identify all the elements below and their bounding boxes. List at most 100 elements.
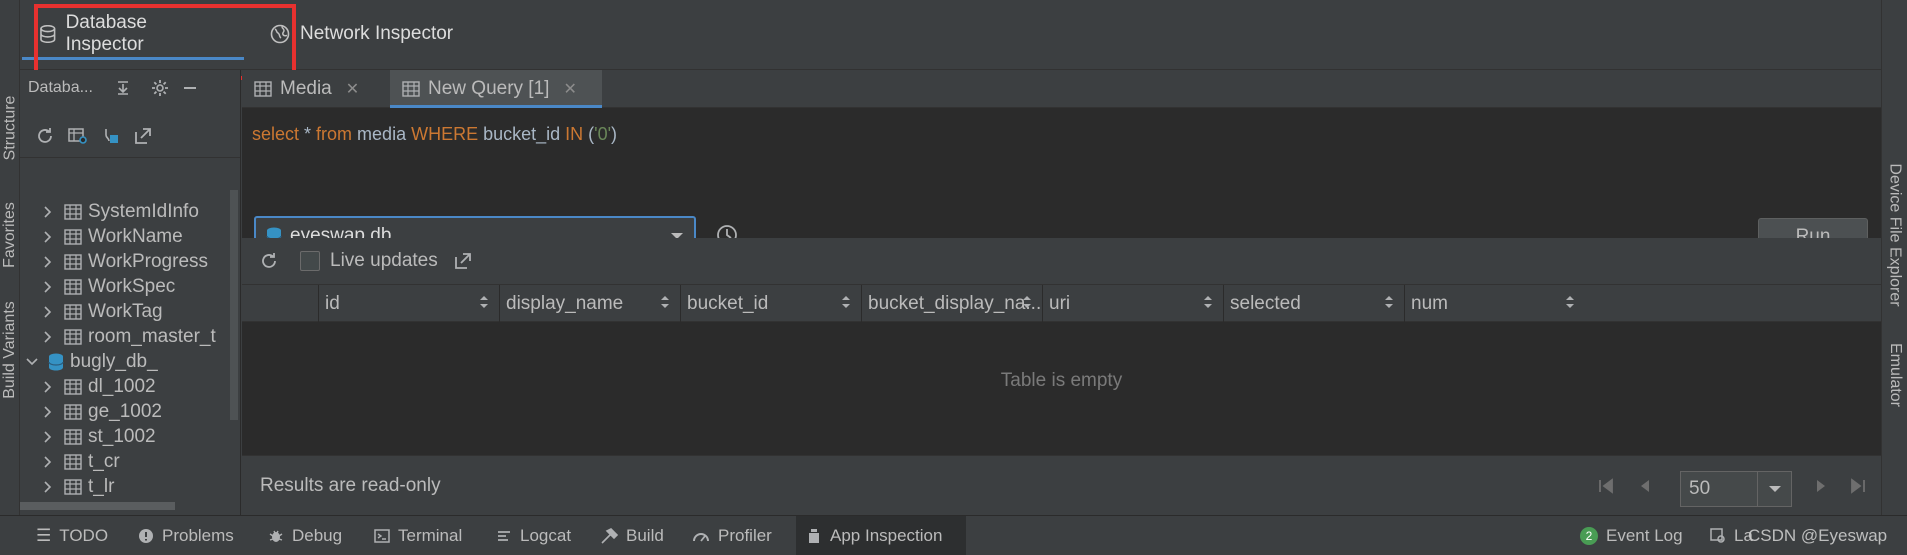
chevron-down-icon xyxy=(26,358,38,366)
inspect-icon xyxy=(809,529,819,543)
logcat-icon xyxy=(498,531,510,541)
tool-tab-problems[interactable]: Problems xyxy=(128,516,244,555)
globe-icon xyxy=(270,24,290,44)
page-size-selector[interactable]: 50 xyxy=(1680,471,1792,507)
terminal-icon xyxy=(374,529,390,543)
tool-tab-todo[interactable]: ☰ TODO xyxy=(26,516,118,555)
sort-icon[interactable] xyxy=(841,293,851,311)
left-tool-strip: Structure Favorites Build Variants xyxy=(0,0,20,515)
export-icon[interactable] xyxy=(134,127,152,145)
sort-icon[interactable] xyxy=(660,293,670,311)
results-toolbar: Live updates xyxy=(242,238,1881,284)
chevron-right-icon xyxy=(44,406,52,418)
chevron-down-icon xyxy=(1768,486,1781,492)
column-header[interactable]: bucket_display_na... xyxy=(861,285,1042,322)
refresh-icon[interactable] xyxy=(260,252,278,270)
row-number-header xyxy=(242,285,318,322)
tab-new-query[interactable]: New Query [1] ✕ xyxy=(390,70,602,108)
live-updates-toggle[interactable]: Live updates xyxy=(300,250,438,272)
tree-vertical-scrollbar[interactable] xyxy=(230,190,238,420)
tool-tab-app-inspection[interactable]: App Inspection xyxy=(796,516,966,555)
live-updates-checkbox[interactable] xyxy=(300,251,320,271)
table-icon xyxy=(402,81,420,97)
page-size-dropdown[interactable] xyxy=(1757,472,1791,506)
chevron-right-icon xyxy=(44,206,52,218)
refresh-icon[interactable] xyxy=(36,127,54,145)
next-page-icon[interactable] xyxy=(1814,478,1828,494)
chevron-right-icon xyxy=(44,281,52,293)
bottom-tool-bar: ☰ TODO Problems Debug Terminal Logcat Bui… xyxy=(0,515,1907,555)
sort-icon[interactable] xyxy=(479,293,489,311)
favorites-tool-tab[interactable]: Favorites xyxy=(0,190,20,280)
last-page-icon[interactable] xyxy=(1850,478,1866,494)
table-icon xyxy=(64,254,82,270)
results-table-header: id display_name bucket_id bucket_display… xyxy=(242,284,1881,322)
column-header[interactable]: uri xyxy=(1042,285,1223,322)
chevron-right-icon xyxy=(44,431,52,443)
query-table-icon[interactable] xyxy=(68,127,88,145)
table-icon xyxy=(64,404,82,420)
gear-icon[interactable] xyxy=(151,79,169,97)
tab-network-inspector[interactable]: Network Inspector xyxy=(250,0,473,68)
column-header[interactable]: bucket_id xyxy=(680,285,861,322)
tool-tab-debug[interactable]: Debug xyxy=(258,516,352,555)
sql-query-input[interactable]: select * from media WHERE bucket_id IN (… xyxy=(252,124,617,145)
build-variants-tool-tab[interactable]: Build Variants xyxy=(0,295,20,405)
sort-icon[interactable] xyxy=(1565,293,1575,311)
table-icon xyxy=(64,279,82,295)
offline-db-icon[interactable] xyxy=(102,127,120,145)
table-icon xyxy=(254,81,272,97)
gauge-icon xyxy=(693,533,709,542)
tab-media[interactable]: Media ✕ xyxy=(242,70,371,108)
first-page-icon[interactable] xyxy=(1598,478,1614,494)
tool-tab-build[interactable]: Build xyxy=(590,516,674,555)
table-icon xyxy=(64,479,82,495)
database-icon xyxy=(40,25,56,43)
tab-database-inspector[interactable]: Database Inspector xyxy=(20,0,246,68)
empty-table-message: Table is empty xyxy=(1000,370,1123,391)
tree-item-table[interactable]: t_lr xyxy=(36,472,114,502)
readonly-notice: Results are read-only xyxy=(260,474,441,496)
close-icon[interactable]: ✕ xyxy=(346,79,359,99)
tool-tab-logcat[interactable]: Logcat xyxy=(486,516,581,555)
chevron-right-icon xyxy=(44,231,52,243)
tree-horizontal-scrollbar[interactable] xyxy=(20,502,175,510)
device-file-explorer-tool-tab[interactable]: Device File Explorer xyxy=(1882,160,1907,310)
chevron-right-icon xyxy=(44,306,52,318)
export-icon[interactable] xyxy=(454,252,472,270)
chevron-right-icon xyxy=(44,381,52,393)
close-icon[interactable]: ✕ xyxy=(563,79,576,99)
bug-icon xyxy=(269,530,283,542)
page-size-value: 50 xyxy=(1689,478,1711,499)
tool-tab-event-log[interactable]: 2 Event Log xyxy=(1570,516,1693,555)
tool-tab-terminal[interactable]: Terminal xyxy=(364,516,472,555)
table-icon xyxy=(64,204,82,220)
list-icon: ☰ xyxy=(36,526,52,545)
sort-icon[interactable] xyxy=(1384,293,1394,311)
sort-icon[interactable] xyxy=(1022,293,1032,311)
right-tool-strip: Device File Explorer Emulator xyxy=(1881,0,1907,515)
column-header[interactable]: selected xyxy=(1223,285,1404,322)
tree-toolbar xyxy=(20,114,240,158)
column-header[interactable]: display_name xyxy=(499,285,680,322)
table-icon xyxy=(64,454,82,470)
tool-tab-profiler[interactable]: Profiler xyxy=(682,516,782,555)
previous-page-icon[interactable] xyxy=(1638,478,1652,494)
table-icon xyxy=(64,379,82,395)
tree-panel-title: Databa... xyxy=(28,79,93,96)
emulator-tool-tab[interactable]: Emulator xyxy=(1882,330,1907,420)
database-tree-panel: Databa... SystemIdInfo WorkName WorkProg… xyxy=(20,70,241,515)
query-editor-area: Media ✕ New Query [1] ✕ select * from me… xyxy=(242,70,1881,515)
chevron-right-icon xyxy=(44,256,52,268)
table-icon xyxy=(64,329,82,345)
info-icon xyxy=(139,529,153,543)
chevron-right-icon xyxy=(44,331,52,343)
column-header[interactable]: num xyxy=(1404,285,1585,322)
sort-icon[interactable] xyxy=(1203,293,1213,311)
structure-tool-tab[interactable]: Structure xyxy=(0,88,20,168)
tree-panel-header: Databa... xyxy=(20,70,240,106)
table-icon xyxy=(64,304,82,320)
collapse-all-icon[interactable] xyxy=(115,80,131,96)
minimize-icon[interactable] xyxy=(183,81,197,95)
column-header[interactable]: id xyxy=(318,285,499,322)
